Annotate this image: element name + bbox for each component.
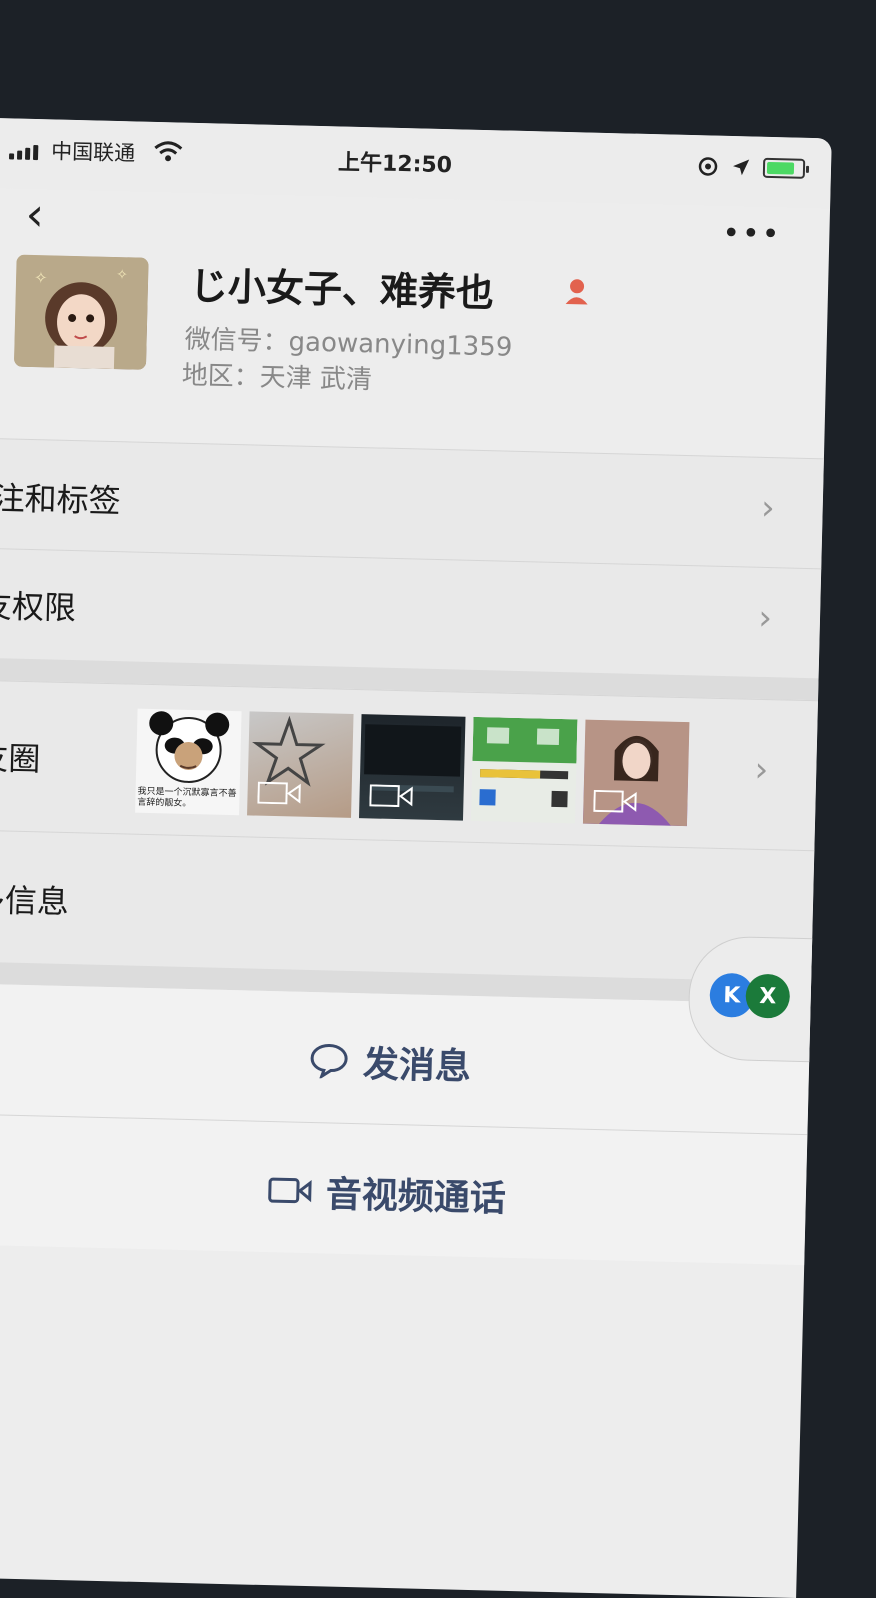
remarks-tags-label: 备注和标签 xyxy=(0,478,122,521)
moments-label: 朋友圈 xyxy=(0,737,41,779)
chevron-right-icon: › xyxy=(757,597,773,639)
video-camera-icon xyxy=(268,1177,312,1204)
meme-caption: 我只是一个沉默寡言不善言辞的靓女。 xyxy=(137,786,237,810)
floating-app-bubble[interactable]: K X xyxy=(687,935,823,1063)
video-icon xyxy=(593,789,637,813)
more-info-row[interactable]: 更多信息 xyxy=(0,829,815,984)
friend-permissions-label: 朋友权限 xyxy=(0,586,77,628)
friend-permissions-row[interactable]: 朋友权限 › xyxy=(0,547,822,680)
battery-icon xyxy=(762,157,806,179)
avatar[interactable]: ✧ ✧ xyxy=(13,254,149,370)
more-info-label: 更多信息 xyxy=(0,879,70,922)
video-icon xyxy=(257,781,301,805)
send-message-label: 发消息 xyxy=(362,1044,472,1088)
back-button[interactable]: ‹ xyxy=(25,187,45,241)
chat-bubble-icon xyxy=(310,1043,348,1079)
video-icon xyxy=(369,784,413,808)
more-button[interactable]: ••• xyxy=(722,216,782,252)
clock: 上午12:50 xyxy=(337,150,453,179)
chevron-right-icon: › xyxy=(754,749,769,791)
av-call-button[interactable]: 音视频通话 xyxy=(0,1113,808,1266)
phone-screen: 中国联通 上午12:50 ‹ ••• ✧ ✧ じ小女子、难养也 微信号：gaow… xyxy=(0,118,832,1598)
moments-thumb-video[interactable] xyxy=(359,714,466,821)
carrier-name: 中国联通 xyxy=(50,139,136,166)
av-call-label: 音视频通话 xyxy=(325,1174,507,1220)
moments-thumb-image[interactable] xyxy=(470,716,578,824)
moments-row[interactable]: 朋友圈 我只是一个沉默寡言不善言辞的靓女。 › xyxy=(0,679,819,852)
profile-name: じ小女子、难养也 xyxy=(189,263,495,316)
chevron-right-icon: › xyxy=(760,487,776,529)
region: 地区：天津 武清 xyxy=(181,360,373,396)
wifi-icon xyxy=(154,141,183,162)
female-gender-icon xyxy=(565,279,588,305)
rotation-lock-icon xyxy=(698,157,718,176)
svg-text:✧: ✧ xyxy=(116,267,128,283)
signal-icon xyxy=(8,144,39,161)
location-icon xyxy=(733,159,750,176)
moments-thumb-video[interactable] xyxy=(247,711,354,818)
svg-text:✧: ✧ xyxy=(34,268,48,287)
floating-badge-x[interactable]: X xyxy=(745,973,791,1019)
remarks-tags-row[interactable]: 备注和标签 › xyxy=(0,437,824,570)
moments-thumbnails: 我只是一个沉默寡言不善言辞的靓女。 xyxy=(135,708,690,827)
moments-thumb-meme[interactable]: 我只是一个沉默寡言不善言辞的靓女。 xyxy=(135,708,242,816)
status-bar: 中国联通 上午12:50 xyxy=(0,118,832,209)
moments-thumb-video[interactable] xyxy=(582,719,690,827)
